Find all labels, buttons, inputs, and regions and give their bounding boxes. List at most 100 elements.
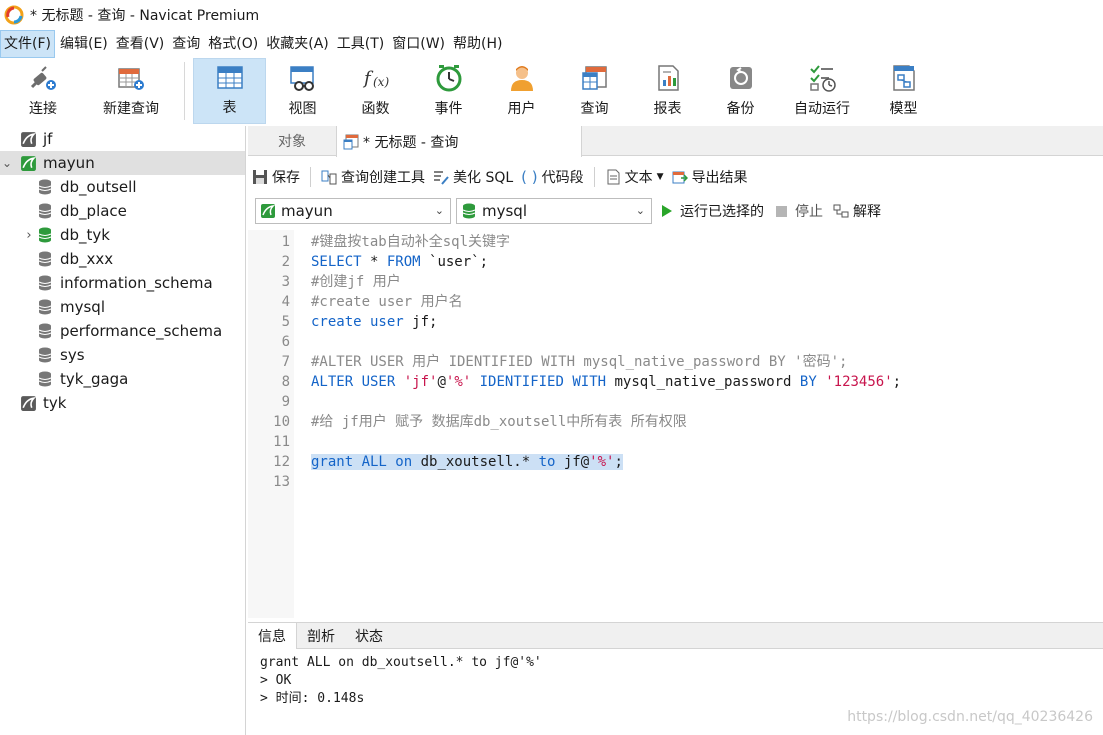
report-label: 报表 xyxy=(653,101,682,117)
menu-bar: 文件(F) 编辑(E) 查看(V) 查询 格式(O) 收藏夹(A) 工具(T) … xyxy=(0,30,1103,58)
toolbar-divider xyxy=(184,62,185,120)
tree-db-information_schema[interactable]: information_schema xyxy=(0,271,245,295)
code-line: 13 xyxy=(248,472,1103,492)
sql-text: jf@ xyxy=(555,454,590,470)
user-icon xyxy=(510,66,533,91)
line-number: 2 xyxy=(281,254,290,270)
tree-db-mysql[interactable]: mysql xyxy=(0,295,245,319)
tree-db-tyk_gaga[interactable]: tyk_gaga xyxy=(0,367,245,391)
menu-query[interactable]: 查询 xyxy=(169,30,203,58)
backup-button[interactable]: 备份 xyxy=(704,58,777,124)
menu-help[interactable]: 帮助(H) xyxy=(450,30,505,58)
model-button[interactable]: 模型 xyxy=(867,58,940,124)
query-builder-button[interactable]: 查询创建工具 xyxy=(317,164,429,190)
tab-status-label: 状态 xyxy=(355,629,383,645)
report-button[interactable]: 报表 xyxy=(631,58,704,124)
code-text: ALTER USER 'jf'@'%' IDENTIFIED WITH mysq… xyxy=(290,372,901,392)
chevron-down-icon[interactable]: ⌄ xyxy=(0,151,14,175)
beautify-icon xyxy=(434,171,449,185)
menu-edit[interactable]: 编辑(E) xyxy=(57,30,111,58)
tree-db-label: performance_schema xyxy=(60,322,223,340)
stop-button[interactable]: 停止 xyxy=(776,201,823,221)
tab-objects[interactable]: 对象 xyxy=(248,126,336,156)
table-label: 表 xyxy=(222,100,237,116)
run-selected-button[interactable]: 运行已选择的 xyxy=(662,201,764,221)
editor-tabstrip: 对象 * 无标题 - 查询 xyxy=(248,126,1103,157)
database-icon xyxy=(462,203,476,219)
code-comment: #ALTER USER 用户 IDENTIFIED WITH mysql_nat… xyxy=(311,354,848,370)
tab-profile[interactable]: 剖析 xyxy=(297,623,345,649)
mysql-connection-icon xyxy=(261,204,276,218)
code-line: 11 xyxy=(248,432,1103,452)
database-icon xyxy=(38,179,52,195)
tab-status[interactable]: 状态 xyxy=(345,623,393,649)
mysql-connection-icon xyxy=(21,395,37,411)
tree-db-db_outsell[interactable]: db_outsell xyxy=(0,175,245,199)
line-number: 3 xyxy=(281,274,290,290)
menu-file[interactable]: 文件(F) xyxy=(0,30,55,58)
code-snippet-button[interactable]: ( ) 代码段 xyxy=(517,164,587,190)
dropdown-arrow-icon: ▼ xyxy=(656,172,664,182)
tree-connection-label: tyk xyxy=(43,394,67,412)
code-line: 6 xyxy=(248,332,1103,352)
tree-db-sys[interactable]: sys xyxy=(0,343,245,367)
tree-connection-jf[interactable]: jf xyxy=(0,127,245,151)
tree-db-label: mysql xyxy=(60,298,105,316)
window-title: * 无标题 - 查询 - Navicat Premium xyxy=(30,8,260,24)
sql-editor[interactable]: 1 #键盘按tab自动补全sql关键字 2 SELECT * FROM `use… xyxy=(248,230,1103,618)
sql-keyword: IDENTIFIED WITH xyxy=(471,374,607,390)
plug-icon xyxy=(30,66,56,90)
code-text: create user jf; xyxy=(290,312,437,332)
database-icon xyxy=(38,299,52,315)
connection-select[interactable]: mayun ⌄ xyxy=(255,198,451,224)
menu-format[interactable]: 格式(O) xyxy=(205,30,261,58)
auto-run-button[interactable]: 自动运行 xyxy=(777,58,867,124)
tree-db-db_tyk[interactable]: › db_tyk xyxy=(0,223,245,247)
menu-view[interactable]: 查看(V) xyxy=(113,30,168,58)
title-bar: * 无标题 - 查询 - Navicat Premium xyxy=(0,0,1103,30)
query-button[interactable]: 查询 xyxy=(558,58,631,124)
tree-db-performance_schema[interactable]: performance_schema xyxy=(0,319,245,343)
explain-button[interactable]: 解释 xyxy=(833,201,881,221)
table-button[interactable]: 表 xyxy=(193,58,266,124)
user-button[interactable]: 用户 xyxy=(485,58,558,124)
code-line: 2 SELECT * FROM `user`; xyxy=(248,252,1103,272)
save-button[interactable]: 保存 xyxy=(248,164,304,190)
function-button[interactable]: f (x) 函数 xyxy=(339,58,412,124)
query-icon xyxy=(343,134,359,149)
menu-window[interactable]: 窗口(W) xyxy=(389,30,448,58)
sql-text: jf; xyxy=(403,314,438,330)
sql-text: `user`; xyxy=(420,254,489,270)
code-text: SELECT * FROM `user`; xyxy=(290,252,488,272)
chevron-right-icon[interactable]: › xyxy=(20,228,38,243)
query-builder-label: 查询创建工具 xyxy=(341,170,425,186)
connection-select-value: mayun xyxy=(281,202,333,220)
text-mode-button[interactable]: 文本 ▼ xyxy=(601,164,668,190)
export-icon xyxy=(672,171,688,184)
new-query-button[interactable]: 新建查询 xyxy=(86,58,176,124)
view-button[interactable]: 视图 xyxy=(266,58,339,124)
tree-db-label: sys xyxy=(60,346,85,364)
event-button[interactable]: 事件 xyxy=(412,58,485,124)
user-label: 用户 xyxy=(507,101,536,117)
tree-db-db_place[interactable]: db_place xyxy=(0,199,245,223)
connection-tree: jf ⌄ mayun db_outsell db_place › db_tyk … xyxy=(0,126,246,735)
beautify-sql-button[interactable]: 美化 SQL xyxy=(429,164,517,190)
sql-keyword: grant ALL on xyxy=(311,454,413,470)
sql-keyword: create user xyxy=(311,314,404,330)
line-number: 6 xyxy=(281,334,290,350)
tab-info[interactable]: 信息 xyxy=(248,623,297,649)
connect-button[interactable]: 连接 xyxy=(0,58,86,124)
export-results-button[interactable]: 导出结果 xyxy=(668,164,752,190)
tab-query[interactable]: * 无标题 - 查询 xyxy=(336,126,582,157)
chevron-down-icon: ⌄ xyxy=(434,204,444,217)
line-number: 11 xyxy=(273,434,290,450)
menu-favorites[interactable]: 收藏夹(A) xyxy=(263,30,332,58)
tree-db-db_xxx[interactable]: db_xxx xyxy=(0,247,245,271)
database-select[interactable]: mysql ⌄ xyxy=(456,198,652,224)
tree-connection-mayun[interactable]: ⌄ mayun xyxy=(0,151,245,175)
menu-tools[interactable]: 工具(T) xyxy=(334,30,387,58)
tree-connection-tyk[interactable]: tyk xyxy=(0,391,245,415)
code-comment: #键盘按tab自动补全sql关键字 xyxy=(311,234,511,250)
navicat-logo-icon xyxy=(4,5,24,25)
